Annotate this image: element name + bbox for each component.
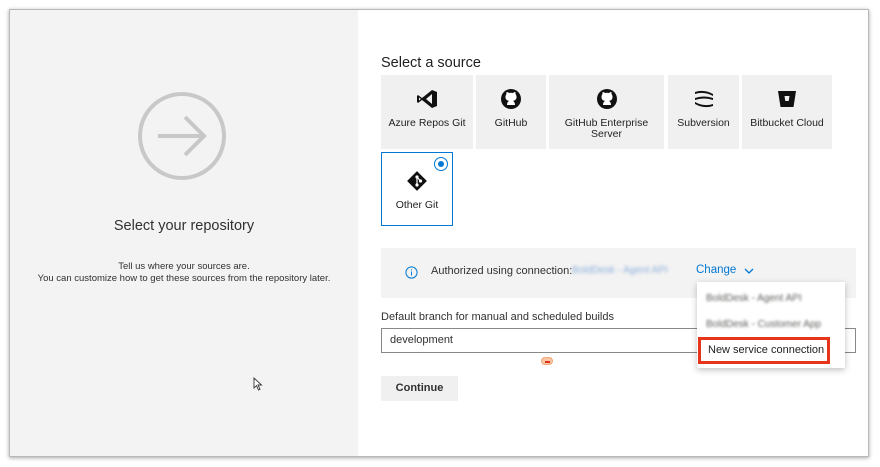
page-title: Select your repository — [113, 218, 255, 234]
source-tile-github[interactable]: GitHub — [476, 75, 546, 149]
highlight-box: New service connection — [698, 337, 830, 364]
subtitle-line-2: You can customize how to get these sourc… — [37, 273, 331, 284]
left-panel: Select your repository Tell us where you… — [10, 10, 358, 456]
selected-radio-icon — [434, 157, 448, 171]
bitbucket-icon — [774, 86, 800, 112]
info-icon — [405, 266, 418, 279]
source-tile-azure-repos[interactable]: Azure Repos Git — [381, 75, 473, 149]
change-connection-button[interactable]: Change — [696, 264, 736, 276]
select-source-heading: Select a source — [381, 55, 481, 71]
source-label: GitHub Enterprise Server — [564, 117, 649, 140]
source-label: Other Git — [395, 199, 439, 211]
source-tile-github-enterprise[interactable]: GitHub Enterprise Server — [549, 75, 664, 149]
arrow-right-circle-icon — [138, 92, 226, 180]
connection-name: BoldDesk - Agent API — [572, 265, 668, 276]
source-label: Subversion — [677, 117, 730, 129]
authorized-text: Authorized using connection: — [431, 265, 573, 277]
new-service-connection-item[interactable]: New service connection — [708, 344, 824, 356]
page-subtitle: Tell us where your sources are. You can … — [10, 261, 358, 285]
click-marker — [541, 357, 553, 365]
window: Select your repository Tell us where you… — [9, 9, 869, 457]
chevron-down-icon[interactable] — [744, 268, 754, 275]
github-icon — [498, 86, 524, 112]
source-tile-subversion[interactable]: Subversion — [668, 75, 739, 149]
source-tile-bitbucket[interactable]: Bitbucket Cloud — [742, 75, 832, 149]
source-tile-other-git[interactable]: Other Git — [381, 152, 453, 226]
subversion-icon — [691, 86, 717, 112]
git-icon — [404, 168, 430, 194]
connection-dropdown: BoldDesk - Agent API BoldDesk - Customer… — [697, 282, 845, 368]
subtitle-line-1: Tell us where your sources are. — [118, 261, 250, 272]
dropdown-item[interactable]: BoldDesk - Customer App — [706, 319, 821, 330]
dropdown-item[interactable]: BoldDesk - Agent API — [706, 293, 802, 304]
source-label: Azure Repos Git — [388, 117, 466, 129]
continue-button[interactable]: Continue — [381, 376, 458, 401]
github-enterprise-icon — [594, 86, 620, 112]
source-label: Bitbucket Cloud — [750, 117, 824, 129]
branch-label: Default branch for manual and scheduled … — [381, 311, 614, 323]
azure-repos-icon — [414, 86, 440, 112]
mouse-cursor-icon — [253, 377, 263, 391]
source-label: GitHub — [494, 117, 528, 129]
